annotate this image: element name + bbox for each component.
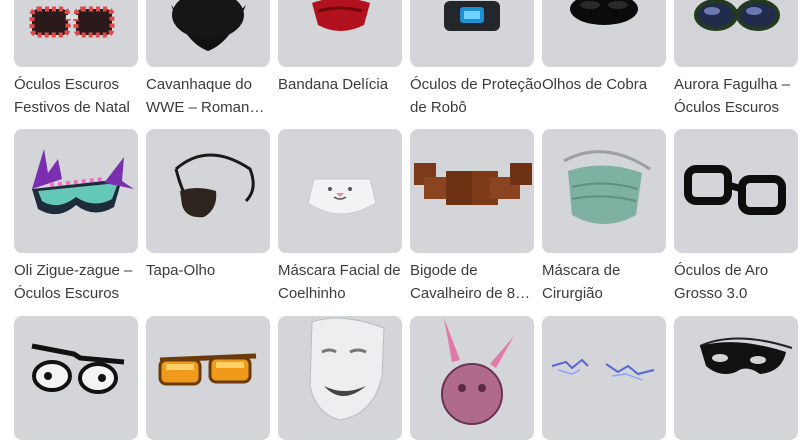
bandana-icon: [312, 0, 370, 31]
item-thumbnail: [542, 0, 666, 67]
spiky-shades-icon: [32, 149, 134, 215]
goatee-icon: [171, 0, 246, 51]
item-thumbnail: [542, 316, 666, 440]
item-thumbnail: [674, 129, 798, 253]
orange-sunglasses-icon: [158, 353, 257, 386]
catalog-item[interactable]: Óculos de Proteção de Robô: [410, 0, 542, 119]
catalog-item[interactable]: [674, 316, 798, 446]
item-thumbnail: [14, 129, 138, 253]
item-title: Óculos de Proteção de Robô: [410, 76, 542, 116]
lightning-eyes-icon: [551, 358, 655, 381]
catalog-item[interactable]: Óculos de Aro Grosso 3.0: [674, 129, 798, 305]
catalog-item[interactable]: [14, 316, 138, 446]
thick-glasses-icon: [684, 165, 786, 215]
catalog-item[interactable]: Tapa-Olho: [146, 129, 270, 282]
item-title: Aurora Fagulha – Óculos Escuros: [674, 76, 790, 116]
item-thumbnail: [674, 0, 798, 67]
item-thumbnail: [14, 316, 138, 440]
catalog-item[interactable]: [410, 316, 534, 446]
item-thumbnail: [146, 0, 270, 67]
catalog-item[interactable]: [542, 316, 666, 446]
festive-sunglasses-icon: [29, 6, 115, 38]
item-thumbnail: [278, 316, 402, 440]
catalog-item[interactable]: Máscara de Cirurgião: [542, 129, 666, 305]
item-thumbnail: [410, 316, 534, 440]
item-thumbnail: [410, 129, 534, 253]
eyepatch-icon: [174, 153, 255, 218]
catalog-item[interactable]: Aurora Fagulha – Óculos Escuros: [674, 0, 798, 119]
catalog-item[interactable]: Cavanhaque do WWE – Roman Reigns: [146, 0, 270, 119]
item-title: Óculos de Aro Grosso 3.0: [674, 262, 769, 302]
catalog-item[interactable]: [278, 316, 402, 446]
goggles-icon: [444, 1, 500, 31]
item-title: Máscara Facial de Coelhinho: [278, 262, 401, 302]
item-thumbnail: [542, 129, 666, 253]
item-title: Máscara de Cirurgião: [542, 262, 621, 302]
item-thumbnail: [14, 0, 138, 67]
catalog-grid: Óculos Escuros Festivos de Natal Cavanha…: [0, 0, 800, 440]
catalog-item[interactable]: Bandana Delícia: [278, 0, 402, 96]
item-thumbnail: [278, 129, 402, 253]
bunny-mask-icon: [441, 318, 514, 425]
catalog-item[interactable]: [146, 316, 270, 446]
catalog-item[interactable]: Bigode de Cavalheiro de 8 bits: [410, 129, 534, 305]
item-title: Bandana Delícia: [278, 76, 389, 93]
item-title: Olhos de Cobra: [542, 76, 648, 93]
catalog-item[interactable]: Oli Zigue-zague – Óculos Escuros: [14, 129, 138, 305]
item-thumbnail: [146, 316, 270, 440]
item-thumbnail: [146, 129, 270, 253]
item-title: Oli Zigue-zague – Óculos Escuros: [14, 262, 133, 302]
item-thumbnail: [278, 0, 402, 67]
bunny-face-mask-icon: [307, 178, 377, 215]
catalog-item[interactable]: Óculos Escuros Festivos de Natal: [14, 0, 138, 119]
surgical-mask-icon: [563, 150, 651, 224]
item-title: Cavanhaque do WWE – Roman Reigns: [146, 76, 252, 116]
catalog-item[interactable]: Máscara Facial de Coelhinho: [278, 129, 402, 305]
item-title: Óculos Escuros Festivos de Natal: [14, 76, 130, 116]
catalog-item[interactable]: Olhos de Cobra: [542, 0, 666, 96]
white-mask-icon: [309, 317, 385, 421]
eye-mask-icon: [699, 337, 793, 374]
pixel-mustache-icon: [414, 163, 532, 205]
item-thumbnail: [410, 0, 534, 67]
item-thumbnail: [674, 316, 798, 440]
googly-glasses-icon: [31, 343, 125, 394]
sunglasses-icon: [694, 0, 780, 31]
item-title: Bigode de Cavalheiro de 8 bits: [410, 262, 516, 302]
snake-eyes-icon: [570, 0, 638, 25]
item-title: Tapa-Olho: [146, 262, 216, 279]
